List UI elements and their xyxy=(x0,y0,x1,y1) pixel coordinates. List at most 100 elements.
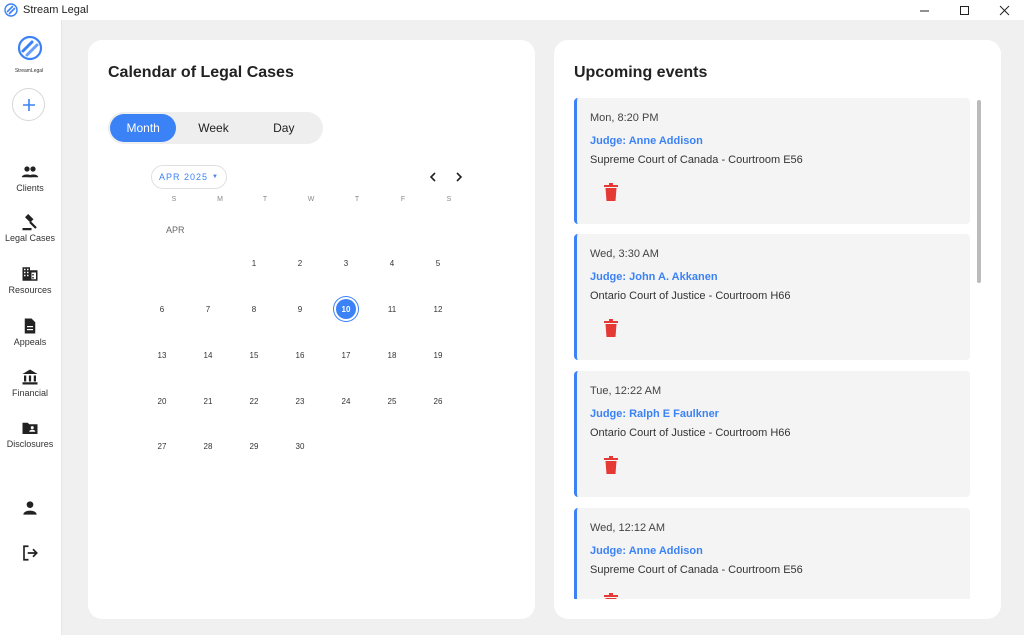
sidebar-item-legal-cases[interactable]: Legal Cases xyxy=(0,213,60,243)
weekday-header: F xyxy=(400,196,406,203)
sidebar-item-label: Appeals xyxy=(13,337,47,347)
event-court: Ontario Court of Justice - Courtroom H66 xyxy=(590,427,791,439)
tab-day[interactable]: Day xyxy=(251,114,317,142)
calendar-day[interactable]: 26 xyxy=(428,391,448,411)
calendar-day[interactable]: 30 xyxy=(290,436,310,456)
people-icon xyxy=(21,166,39,178)
event-item[interactable]: Tue, 12:22 AM Judge: Ralph E Faulkner On… xyxy=(574,371,970,497)
title-bar: Stream Legal xyxy=(0,0,1024,20)
bank-icon xyxy=(22,369,38,385)
month-picker[interactable]: APR 2025 ▼ xyxy=(151,165,227,189)
next-month-button[interactable] xyxy=(451,169,467,185)
sidebar-item-label: Clients xyxy=(16,183,44,193)
streamlegal-logo-icon xyxy=(17,35,43,61)
view-toggle: Month Week Day xyxy=(108,112,323,144)
scroll-thumb[interactable] xyxy=(977,100,981,283)
weekday-header: T xyxy=(262,196,268,203)
month-label: APR xyxy=(166,225,185,235)
calendar-day[interactable]: 16 xyxy=(290,345,310,365)
person-icon xyxy=(23,501,37,515)
delete-icon[interactable] xyxy=(603,456,619,474)
event-judge[interactable]: Judge: John A. Akkanen xyxy=(590,271,718,283)
calendar-day[interactable]: 21 xyxy=(198,391,218,411)
minimize-button[interactable] xyxy=(904,0,944,20)
sidebar: StreamLegal Clients Legal Cases Resource… xyxy=(0,20,62,635)
app-logo-icon xyxy=(4,3,18,17)
calendar-day[interactable]: 17 xyxy=(336,345,356,365)
delete-icon[interactable] xyxy=(603,319,619,337)
maximize-button[interactable] xyxy=(944,0,984,20)
sidebar-item-label: Disclosures xyxy=(6,439,54,449)
calendar-day[interactable]: 12 xyxy=(428,299,448,319)
event-judge[interactable]: Judge: Anne Addison xyxy=(590,545,703,557)
calendar-day[interactable]: 1 xyxy=(244,253,264,273)
weekday-header: M xyxy=(217,196,223,203)
delete-icon[interactable] xyxy=(603,593,619,599)
calendar-day[interactable]: 3 xyxy=(336,253,356,273)
add-button[interactable] xyxy=(12,88,45,121)
plus-icon xyxy=(22,98,35,111)
event-judge[interactable]: Judge: Ralph E Faulkner xyxy=(590,408,719,420)
event-court: Supreme Court of Canada - Courtroom E56 xyxy=(590,564,803,576)
event-item[interactable]: Wed, 3:30 AM Judge: John A. Akkanen Onta… xyxy=(574,234,970,360)
calendar-day-selected[interactable]: 10 xyxy=(336,299,356,319)
events-scrollbar[interactable] xyxy=(976,98,982,599)
maximize-icon xyxy=(959,5,969,15)
sidebar-item-disclosures[interactable]: Disclosures xyxy=(0,419,60,449)
calendar-day[interactable]: 24 xyxy=(336,391,356,411)
logo-text: StreamLegal xyxy=(14,68,44,74)
event-item[interactable]: Mon, 8:20 PM Judge: Anne Addison Supreme… xyxy=(574,98,970,224)
event-time: Wed, 12:12 AM xyxy=(590,522,666,534)
calendar-day[interactable]: 13 xyxy=(152,345,172,365)
calendar-day[interactable]: 2 xyxy=(290,253,310,273)
close-button[interactable] xyxy=(984,0,1024,20)
calendar-day[interactable]: 22 xyxy=(244,391,264,411)
gavel-icon xyxy=(22,214,37,231)
sidebar-item-appeals[interactable]: Appeals xyxy=(0,317,60,347)
calendar-day[interactable]: 23 xyxy=(290,391,310,411)
calendar-day[interactable]: 4 xyxy=(382,253,402,273)
weekday-header: S xyxy=(171,196,177,203)
prev-month-button[interactable] xyxy=(425,169,441,185)
delete-icon[interactable] xyxy=(603,183,619,201)
calendar-day[interactable]: 29 xyxy=(244,436,264,456)
event-court: Supreme Court of Canada - Courtroom E56 xyxy=(590,154,803,166)
calendar-day[interactable]: 7 xyxy=(198,299,218,319)
event-item[interactable]: Wed, 12:12 AM Judge: Anne Addison Suprem… xyxy=(574,508,970,599)
events-list: Mon, 8:20 PM Judge: Anne Addison Supreme… xyxy=(574,98,982,599)
calendar-title: Calendar of Legal Cases xyxy=(108,64,294,81)
calendar-day[interactable]: 9 xyxy=(290,299,310,319)
sidebar-item-financial[interactable]: Financial xyxy=(0,368,60,398)
calendar-day[interactable]: 18 xyxy=(382,345,402,365)
events-title: Upcoming events xyxy=(574,64,708,81)
minimize-icon xyxy=(919,10,929,11)
calendar-day[interactable]: 11 xyxy=(382,299,402,319)
logo[interactable]: StreamLegal xyxy=(14,35,46,74)
tab-month[interactable]: Month xyxy=(110,114,177,142)
calendar-day[interactable]: 28 xyxy=(198,436,218,456)
event-court: Ontario Court of Justice - Courtroom H66 xyxy=(590,290,791,302)
sidebar-item-resources[interactable]: Resources xyxy=(0,265,60,295)
profile-button[interactable] xyxy=(19,497,41,519)
calendar-day[interactable]: 14 xyxy=(198,345,218,365)
calendar-day[interactable]: 6 xyxy=(152,299,172,319)
event-judge[interactable]: Judge: Anne Addison xyxy=(590,135,703,147)
weekday-header: W xyxy=(307,196,315,203)
event-time: Tue, 12:22 AM xyxy=(590,385,662,397)
events-card: Upcoming events Mon, 8:20 PM Judge: Anne… xyxy=(554,40,1001,619)
calendar-day[interactable]: 15 xyxy=(244,345,264,365)
calendar-day[interactable]: 19 xyxy=(428,345,448,365)
tab-week[interactable]: Week xyxy=(180,114,246,142)
building-icon xyxy=(22,267,38,281)
folder-shared-icon xyxy=(22,422,38,434)
calendar-day[interactable]: 27 xyxy=(152,436,172,456)
calendar-day[interactable]: 8 xyxy=(244,299,264,319)
calendar-day[interactable]: 5 xyxy=(428,253,448,273)
event-time: Wed, 3:30 AM xyxy=(590,248,659,260)
logout-icon xyxy=(23,545,38,561)
sidebar-item-clients[interactable]: Clients xyxy=(0,163,60,193)
logout-button[interactable] xyxy=(19,542,41,564)
calendar-day[interactable]: 20 xyxy=(152,391,172,411)
calendar-day[interactable]: 25 xyxy=(382,391,402,411)
caret-down-icon: ▼ xyxy=(212,174,219,180)
